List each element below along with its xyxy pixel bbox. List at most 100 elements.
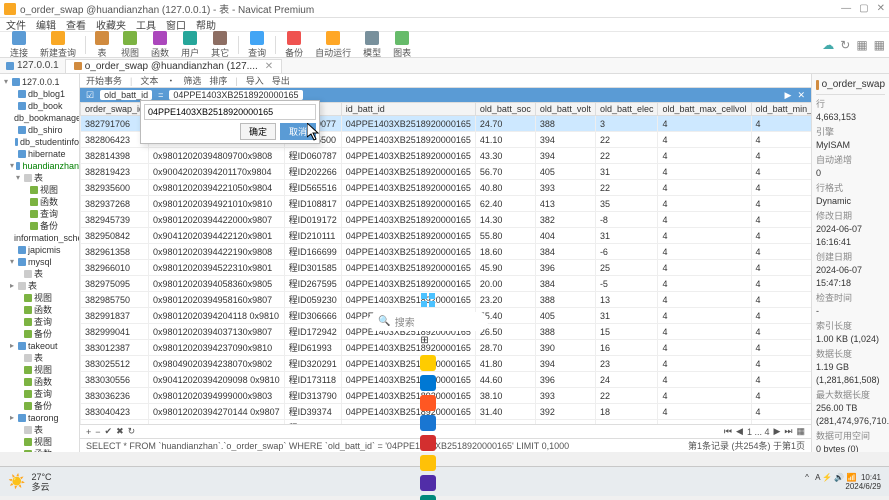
- column-header[interactable]: old_batt_volt: [535, 103, 595, 116]
- cell[interactable]: 程ID210111: [284, 228, 341, 244]
- taskview-icon[interactable]: ⊞: [420, 335, 436, 351]
- tree-node[interactable]: db_bookmanager: [0, 112, 79, 124]
- cell[interactable]: 04PPE1403XB2518920000165: [341, 148, 475, 164]
- toolbar-表[interactable]: 表: [89, 31, 115, 59]
- tree-node[interactable]: ▾huandianzhan: [0, 160, 79, 172]
- tree-node[interactable]: ▾mysql: [0, 256, 79, 268]
- weather-widget[interactable]: 27°C 多云: [31, 472, 51, 492]
- cell[interactable]: 0x98012020394422000x9807: [149, 212, 285, 228]
- tree-node[interactable]: db_studentinfo: [0, 136, 79, 148]
- cell[interactable]: 41.10: [475, 132, 535, 148]
- tree-node[interactable]: hibernate: [0, 148, 79, 160]
- tree-node[interactable]: 备份: [0, 220, 79, 232]
- app-icon-4[interactable]: [420, 495, 436, 500]
- start-icon[interactable]: [420, 292, 436, 308]
- cell[interactable]: 04PPE1403XB2518920000165: [341, 260, 475, 276]
- cell[interactable]: 25: [595, 260, 658, 276]
- cell[interactable]: 程ID108817: [284, 196, 341, 212]
- table-row[interactable]: 3829508420x90412020394422120x9801程ID2101…: [81, 228, 812, 244]
- cell[interactable]: 0x98012020394058360x9805: [149, 276, 285, 292]
- toolbar-图表[interactable]: 图表: [387, 31, 417, 59]
- cell[interactable]: 04PPE1403XB2518920000165: [341, 132, 475, 148]
- cell[interactable]: 384: [535, 276, 595, 292]
- cell[interactable]: 382935600: [81, 180, 149, 196]
- checkbox-icon[interactable]: ☑: [86, 90, 94, 101]
- cell[interactable]: 4: [751, 244, 811, 260]
- cell[interactable]: 4: [658, 116, 751, 132]
- ppt-icon[interactable]: [420, 435, 436, 451]
- table-row[interactable]: 3828143980x98012020394809700x9808程ID0607…: [81, 148, 812, 164]
- cell[interactable]: 384: [535, 244, 595, 260]
- table-row[interactable]: 3829750950x98012020394058360x9805程ID2675…: [81, 276, 812, 292]
- cell[interactable]: 4: [658, 244, 751, 260]
- cell[interactable]: 4: [751, 276, 811, 292]
- cell[interactable]: -8: [595, 212, 658, 228]
- tree-node[interactable]: 表: [0, 268, 79, 280]
- cell[interactable]: 4: [658, 196, 751, 212]
- cell[interactable]: 404: [535, 228, 595, 244]
- system-tray[interactable]: ^ A ⚡ 🔊 📶 10:41 2024/6/29: [805, 473, 881, 491]
- app-icon-1[interactable]: [420, 395, 436, 411]
- cell[interactable]: 22: [595, 180, 658, 196]
- tree-root[interactable]: ▾127.0.0.1: [0, 76, 79, 88]
- cell[interactable]: 程ID301585: [284, 260, 341, 276]
- cell[interactable]: 382961358: [81, 244, 149, 260]
- close-button[interactable]: ✕: [877, 3, 885, 14]
- cell[interactable]: 62.40: [475, 196, 535, 212]
- tree-node[interactable]: japicmis: [0, 244, 79, 256]
- column-header[interactable]: id_batt_id: [341, 103, 475, 116]
- cell[interactable]: 程ID166699: [284, 244, 341, 260]
- cell[interactable]: 4: [751, 196, 811, 212]
- word-icon[interactable]: [420, 415, 436, 431]
- cell[interactable]: 程ID565516: [284, 180, 341, 196]
- cell[interactable]: 382937268: [81, 196, 149, 212]
- tree-node[interactable]: db_shiro: [0, 124, 79, 136]
- column-header[interactable]: old_batt_elec: [595, 103, 658, 116]
- cell[interactable]: 20.00: [475, 276, 535, 292]
- cell[interactable]: 4: [751, 260, 811, 276]
- tree-node[interactable]: ▸表: [0, 280, 79, 292]
- toolbar-用户[interactable]: 用户: [175, 31, 205, 59]
- cell[interactable]: 0x90042020394201170x9804: [149, 164, 285, 180]
- cell[interactable]: 04PPE1403XB2518920000165: [341, 116, 475, 132]
- cell[interactable]: 4: [658, 148, 751, 164]
- cell[interactable]: 04PPE1403XB2518920000165: [341, 212, 475, 228]
- cell[interactable]: 3: [595, 116, 658, 132]
- cell[interactable]: 4: [751, 212, 811, 228]
- cell[interactable]: 22: [595, 132, 658, 148]
- table-row[interactable]: 3829457390x98012020394422000x9807程ID0191…: [81, 212, 812, 228]
- windows-taskbar[interactable]: ☀️ 27°C 多云 🔍 搜索 ⊞ ^ A ⚡ 🔊 📶 10:41 2024/6: [0, 466, 889, 496]
- inner-sort[interactable]: 排序: [209, 74, 227, 87]
- cell[interactable]: 4: [751, 164, 811, 180]
- cell[interactable]: 程ID019172: [284, 212, 341, 228]
- cell[interactable]: 4: [658, 164, 751, 180]
- table-row[interactable]: 3829613580x98012020394422190x9808程ID1666…: [81, 244, 812, 260]
- cell[interactable]: 394: [535, 132, 595, 148]
- cell[interactable]: 4: [751, 116, 811, 132]
- cell[interactable]: 4: [658, 228, 751, 244]
- cell[interactable]: 程ID202266: [284, 164, 341, 180]
- grid-layout-icon[interactable]: ▦: [874, 38, 885, 52]
- cell[interactable]: 0x98012020394221050x9804: [149, 180, 285, 196]
- tree-node[interactable]: information_schema: [0, 232, 79, 244]
- cell[interactable]: 04PPE1403XB2518920000165: [341, 164, 475, 180]
- cell[interactable]: 55.80: [475, 228, 535, 244]
- toolbar-查询[interactable]: 查询: [242, 31, 272, 59]
- cell[interactable]: 382806423: [81, 132, 149, 148]
- close-tab-icon[interactable]: ✕: [265, 61, 273, 72]
- toolbar-自动运行[interactable]: 自动运行: [309, 31, 357, 59]
- cell[interactable]: 0x98012020394809700x9808: [149, 148, 285, 164]
- cell[interactable]: 4: [658, 180, 751, 196]
- sync-icon[interactable]: ↻: [840, 38, 850, 52]
- filter-close-icon[interactable]: ✕: [797, 90, 805, 101]
- app-icon-2[interactable]: [420, 455, 436, 471]
- toolbar-函数[interactable]: 函数: [145, 31, 175, 59]
- filter-apply-icon[interactable]: ▶: [785, 90, 792, 101]
- table-row[interactable]: 3829660100x98012020394522310x9801程ID3015…: [81, 260, 812, 276]
- begin-tx-button[interactable]: 开始事务: [86, 74, 122, 87]
- cell[interactable]: 405: [535, 164, 595, 180]
- cell[interactable]: 4: [658, 132, 751, 148]
- cell[interactable]: 14.30: [475, 212, 535, 228]
- cell[interactable]: 382: [535, 212, 595, 228]
- cell[interactable]: 4: [751, 180, 811, 196]
